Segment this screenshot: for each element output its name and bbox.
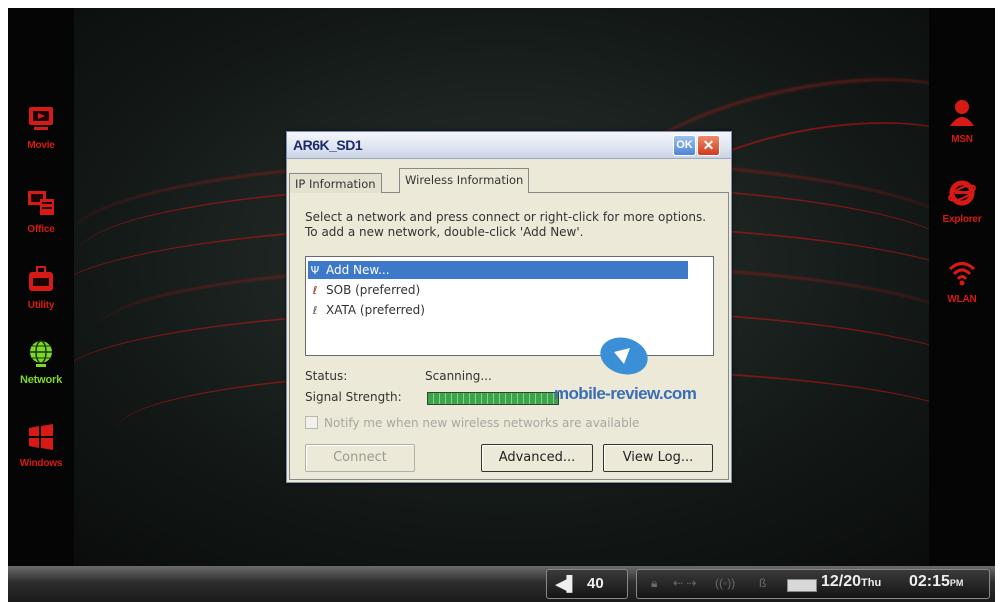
office-icon [28,191,54,215]
time-value: 02:15 [909,573,950,590]
movie-icon [29,107,53,130]
launcher-label: WLAN [947,294,977,305]
usb-icon[interactable]: ⇠ ⇢ [673,576,696,590]
tab-ip-information[interactable]: IP Information [289,173,382,193]
network-icon: ℓ [312,304,318,317]
left-launcher: Movie Office Utility Network Windows [8,8,74,566]
launcher-movie[interactable]: Movie [8,104,74,151]
date-value: 12/20 [821,573,862,590]
view-log-button[interactable]: View Log... [603,444,713,472]
dialog-titlebar[interactable]: AR6K_SD1 OK ✕ [287,132,731,159]
taskbar: ◀▌ 40 🔒︎ ⇠ ⇢ ((◦)) ß 12/20Thu 02:15PM [8,566,995,602]
notify-checkbox-row: Notify me when new wireless networks are… [305,416,639,430]
launcher-label: MSN [951,134,973,145]
antenna-icon: Ψ [310,264,320,277]
day-value: Thu [861,577,882,589]
dialog-title: AR6K_SD1 [293,137,363,153]
windows-icon [29,424,53,450]
right-launcher: MSN Explorer WLAN [929,8,995,566]
tab-wireless-information[interactable]: Wireless Information [399,168,530,193]
launcher-utility[interactable]: Utility [8,264,74,311]
launcher-label: Office [27,224,55,235]
utility-icon [29,266,53,291]
speaker-icon: ◀▌ [555,575,579,593]
advanced-button[interactable]: Advanced... [481,444,593,472]
lock-icon[interactable]: 🔒︎ [651,576,657,591]
watermark: mobile-review.com [554,332,724,412]
connect-button[interactable]: Connect [305,444,415,472]
network-name: SOB (preferred) [326,283,421,297]
clock[interactable]: 02:15PM [909,573,963,591]
network-name: Add New... [326,263,390,277]
volume-value: 40 [587,575,604,592]
launcher-label: Windows [19,458,63,469]
launcher-windows[interactable]: Windows [8,422,74,469]
list-item[interactable]: ℓ XATA (preferred) [308,301,688,319]
status-label: Status: [305,369,348,383]
status-value: Scanning... [425,369,492,383]
launcher-label: Movie [27,140,55,151]
bluetooth-icon[interactable]: ß [759,576,766,590]
launcher-office[interactable]: Office [8,188,74,235]
volume-control[interactable]: ◀▌ 40 [546,569,628,599]
ampm-value: PM [949,578,964,588]
system-tray: 🔒︎ ⇠ ⇢ ((◦)) ß 12/20Thu 02:15PM [636,569,990,599]
launcher-label: Utility [27,300,55,311]
launcher-explorer[interactable]: Explorer [929,178,995,225]
network-globe-icon [30,340,52,367]
signal-strength-label: Signal Strength: [305,390,402,404]
notify-checkbox[interactable] [305,416,318,429]
list-item[interactable]: Ψ Add New... [308,261,688,279]
launcher-network[interactable]: Network [8,338,74,386]
launcher-label: Network [20,374,62,386]
notify-label: Notify me when new wireless networks are… [324,416,640,430]
watermark-text: mobile-review.com [554,384,697,403]
msn-person-icon [950,100,974,126]
network-name: XATA (preferred) [326,303,425,317]
explorer-icon [948,180,976,206]
signal-strength-fill [428,393,558,404]
watermark-logo-icon [600,337,648,375]
date-display[interactable]: 12/20Thu [821,573,881,591]
ok-button[interactable]: OK [673,135,696,156]
battery-icon[interactable] [787,579,817,592]
close-button[interactable]: ✕ [697,135,720,156]
instructions-text: Select a network and press connect or ri… [305,210,707,239]
signal-strength-bar [427,392,559,405]
network-icon: ℓ [312,284,318,297]
wireless-icon[interactable]: ((◦)) [715,576,735,590]
launcher-msn[interactable]: MSN [929,98,995,145]
wireless-dialog: AR6K_SD1 OK ✕ IP Information Wireless In… [286,131,732,483]
launcher-wlan[interactable]: WLAN [929,258,995,305]
wlan-signal-icon [948,262,976,286]
list-item[interactable]: ℓ SOB (preferred) [308,281,688,299]
launcher-label: Explorer [942,214,982,225]
